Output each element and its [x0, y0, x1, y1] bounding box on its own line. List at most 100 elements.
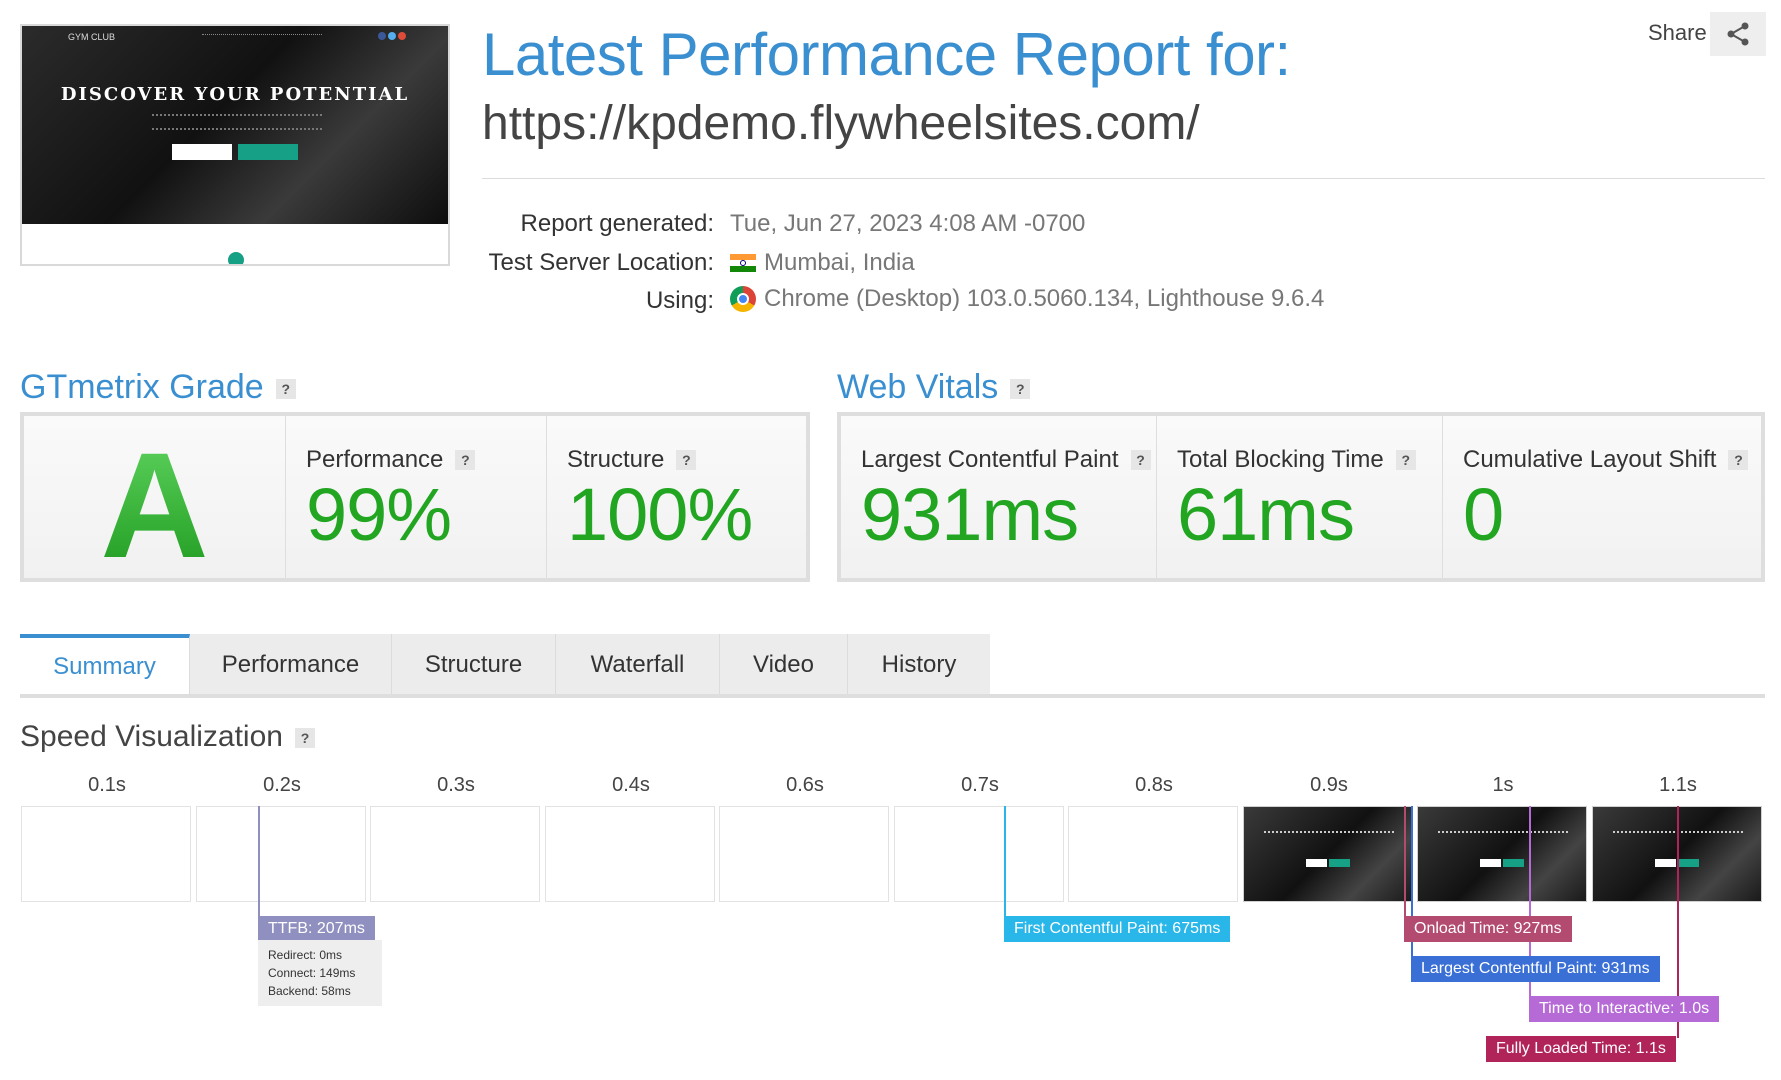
tab-performance[interactable]: Performance: [190, 634, 392, 696]
timeline-tick: 0.3s: [437, 774, 475, 796]
fully-loaded-marker: Fully Loaded Time: 1.1s: [1486, 1036, 1676, 1062]
thumbnail-hero-title: DISCOVER YOUR POTENTIAL: [60, 84, 410, 105]
timeline-tick: 0.8s: [1135, 774, 1173, 796]
report-tabs: Summary Performance Structure Waterfall …: [20, 634, 990, 696]
thumbnail-hero-subtitle: [152, 114, 322, 130]
report-url: https://kpdemo.flywheelsites.com/: [482, 97, 1200, 150]
share-button[interactable]: [1710, 12, 1766, 56]
lcp-marker: Largest Contentful Paint: 931ms: [1411, 956, 1660, 982]
tab-video[interactable]: Video: [720, 634, 848, 696]
tbt-label: Total Blocking Time?: [1177, 446, 1416, 474]
cls-label-text: Cumulative Layout Shift: [1463, 446, 1717, 473]
filmstrip-frame-screenshot[interactable]: [1417, 806, 1587, 902]
filmstrip-frame[interactable]: [719, 806, 889, 902]
help-icon[interactable]: ?: [676, 450, 697, 470]
ttfb-redirect: Redirect: 0ms: [268, 948, 343, 962]
performance-score-label-text: Performance: [306, 446, 444, 473]
cls-value: 0: [1463, 473, 1504, 556]
location-text: Mumbai, India: [764, 249, 915, 276]
report-title: Latest Performance Report for:: [482, 21, 1291, 88]
filmstrip-frame[interactable]: [1068, 806, 1238, 902]
timeline-tick: 0.1s: [88, 774, 126, 796]
help-icon[interactable]: ?: [1728, 450, 1749, 470]
chat-bubble-icon: [228, 252, 244, 264]
timeline-tick: 0.4s: [612, 774, 650, 796]
timeline-tick: 1.1s: [1659, 774, 1697, 796]
lcp-cell: Largest Contentful Paint? 931ms: [841, 416, 1157, 578]
filmstrip-frame[interactable]: [545, 806, 715, 902]
share-label: Share: [1648, 20, 1707, 45]
help-icon[interactable]: ?: [1130, 450, 1151, 470]
tab-structure[interactable]: Structure: [392, 634, 556, 696]
web-vitals-panel: Largest Contentful Paint? 931ms Total Bl…: [837, 412, 1765, 582]
tbt-value: 61ms: [1177, 473, 1355, 556]
ttfb-connect: Connect: 149ms: [268, 966, 356, 980]
share-icon: [1727, 22, 1749, 46]
timeline-tick: 0.6s: [786, 774, 824, 796]
ttfb-breakdown: Redirect: 0ms Connect: 149ms Backend: 58…: [258, 940, 382, 1006]
tbt-label-text: Total Blocking Time: [1177, 446, 1384, 473]
help-icon[interactable]: ?: [1010, 379, 1031, 400]
filmstrip-frame[interactable]: [370, 806, 540, 902]
performance-score-cell: Performance? 99%: [286, 416, 547, 578]
location-value: Mumbai, India: [730, 249, 915, 277]
filmstrip-frame[interactable]: [894, 806, 1064, 902]
tab-summary[interactable]: Summary: [20, 634, 190, 696]
thumbnail-hero: GYM CLUB DISCOVER YOUR POTENTIAL: [22, 26, 448, 224]
ttfb-marker: TTFB: 207ms: [258, 916, 375, 942]
lcp-label-text: Largest Contentful Paint: [861, 446, 1119, 473]
filmstrip-frame[interactable]: [21, 806, 191, 902]
web-vitals-title: Web Vitals: [837, 368, 999, 406]
location-label: Test Server Location:: [488, 249, 714, 276]
help-icon[interactable]: ?: [275, 379, 296, 400]
timeline-tick: 0.7s: [961, 774, 999, 796]
timeline-tick: 0.9s: [1310, 774, 1348, 796]
cls-label: Cumulative Layout Shift?: [1463, 446, 1749, 474]
timeline-tick: 1s: [1492, 774, 1514, 796]
onload-marker-line: [1404, 806, 1406, 918]
tab-history[interactable]: History: [848, 634, 990, 696]
thumbnail-social-icons: [378, 32, 406, 40]
cls-cell: Cumulative Layout Shift? 0: [1443, 416, 1761, 578]
lcp-value: 931ms: [861, 473, 1079, 556]
header-divider: [482, 178, 1765, 179]
using-text: Chrome (Desktop) 103.0.5060.134, Lightho…: [764, 285, 1325, 312]
help-icon[interactable]: ?: [294, 728, 315, 749]
gtmetrix-grade-heading: GTmetrix Grade?: [20, 368, 296, 407]
fcp-marker: First Contentful Paint: 675ms: [1004, 916, 1231, 942]
filmstrip-frame-screenshot[interactable]: [1243, 806, 1413, 902]
speed-visualization-heading: Speed Visualization?: [20, 720, 315, 754]
tti-marker: Time to Interactive: 1.0s: [1529, 996, 1720, 1022]
thumbnail-button-primary: [172, 144, 232, 160]
using-label: Using:: [645, 287, 714, 314]
fcp-marker-line: [1004, 806, 1006, 918]
filmstrip-frame[interactable]: [196, 806, 366, 902]
ttfb-marker-line: [258, 806, 260, 918]
thumbnail-nav: [202, 34, 322, 38]
page-screenshot-thumbnail[interactable]: GYM CLUB DISCOVER YOUR POTENTIAL: [20, 24, 450, 266]
report-generated-value: Tue, Jun 27, 2023 4:08 AM -0700: [730, 210, 1085, 238]
using-value: Chrome (Desktop) 103.0.5060.134, Lightho…: [730, 285, 1324, 313]
india-flag-icon: [730, 254, 756, 272]
performance-score-label: Performance?: [306, 446, 476, 474]
ttfb-backend: Backend: 58ms: [268, 984, 351, 998]
speed-visualization-title: Speed Visualization: [20, 720, 283, 753]
web-vitals-heading: Web Vitals?: [837, 368, 1031, 407]
lcp-label: Largest Contentful Paint?: [861, 446, 1151, 474]
thumbnail-button-secondary: [238, 144, 298, 160]
structure-score-label-text: Structure: [567, 446, 665, 473]
help-icon[interactable]: ?: [455, 450, 476, 470]
help-icon[interactable]: ?: [1395, 450, 1416, 470]
performance-score-value: 99%: [306, 473, 452, 556]
structure-score-label: Structure?: [567, 446, 697, 474]
report-generated-text: Tue, Jun 27, 2023 4:08 AM -0700: [730, 210, 1086, 237]
tab-waterfall[interactable]: Waterfall: [556, 634, 720, 696]
chrome-icon: [730, 286, 756, 312]
report-generated-label: Report generated:: [520, 210, 714, 237]
gtmetrix-grade-panel: A Performance? 99% Structure? 100%: [20, 412, 810, 582]
tabs-underline: [20, 694, 1765, 698]
grade-letter: A: [24, 430, 285, 580]
structure-score-cell: Structure? 100%: [547, 416, 806, 578]
structure-score-value: 100%: [567, 473, 753, 556]
gtmetrix-grade-title: GTmetrix Grade: [20, 368, 264, 406]
